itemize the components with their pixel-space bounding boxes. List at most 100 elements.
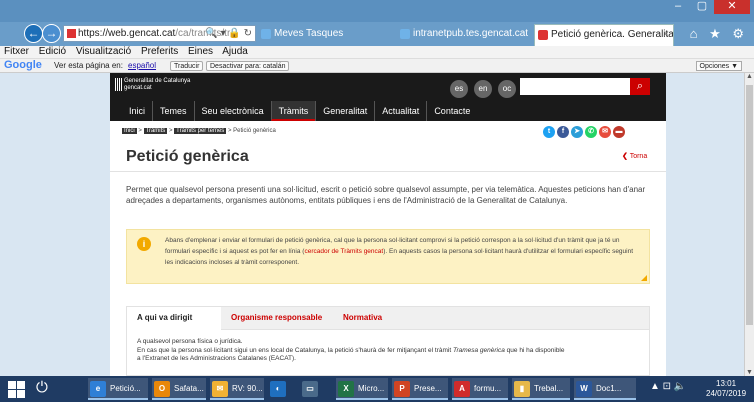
lang-es-button[interactable]: es [450, 80, 468, 98]
taskbar-item-label: Doc1... [596, 384, 622, 393]
address-bar-icons[interactable]: 🔍 ▾ 🔒 ↻ [205, 26, 252, 41]
nav-temes[interactable]: Temes [152, 101, 194, 121]
start-button[interactable] [8, 381, 25, 398]
breadcrumb-current: Petició genèrica [233, 128, 276, 134]
taskbar-item-label: Petició... [110, 384, 141, 393]
taskbar-item-folder[interactable]: ▮ Trebal... [512, 378, 570, 400]
back-link[interactable]: ❮ Torna [622, 152, 647, 160]
translate-button[interactable]: Traducir [170, 61, 204, 71]
nav-tramits[interactable]: Tràmits [270, 101, 316, 121]
tab-peticio-generica[interactable]: Petició genèrica. Generalitat d... × [534, 24, 674, 46]
nav-generalitat[interactable]: Generalitat [315, 101, 374, 121]
clock-time: 13:01 [716, 379, 737, 388]
scroll-up-icon[interactable]: ▲ [745, 73, 754, 80]
clock[interactable]: 13:01 24/07/2019 [706, 379, 746, 399]
taskbar-item-excel[interactable]: X Micro... [336, 378, 388, 400]
generalitat-logo[interactable]: Generalitat de Catalunya gencat.cat [115, 78, 191, 92]
tab-intranetpub[interactable]: intranetpub.tes.gencat.cat [397, 24, 533, 46]
lync-icon: ◐ [270, 381, 286, 397]
tab-organisme-responsable[interactable]: Organisme responsable [221, 307, 332, 330]
email-icon[interactable]: ✉ [599, 126, 611, 138]
menu-ajuda[interactable]: Ajuda [222, 46, 248, 57]
menu-preferits[interactable]: Preferits [141, 46, 178, 57]
content-tabs-panel: A qui va dirigit Organisme responsable N… [126, 306, 650, 376]
twitter-icon[interactable]: t [543, 126, 555, 138]
menu-bar: Fitxer Edició Visualització Preferits Ei… [0, 46, 754, 59]
taskbar-item-outlook[interactable]: O Safata... [152, 378, 206, 400]
menu-eines[interactable]: Eines [188, 46, 213, 57]
share-icon[interactable]: ▬ [613, 126, 625, 138]
page-viewport: Generalitat de Catalunya gencat.cat es e… [0, 73, 744, 376]
window-titlebar: – ▢ ✕ [0, 0, 754, 22]
tab-label: Petició genèrica. Generalitat d... [551, 29, 674, 40]
taskbar-item-lync[interactable]: ◐ [268, 378, 296, 400]
translate-options-button[interactable]: Opciones ▼ [695, 61, 742, 71]
tramits-search-link[interactable]: cercador de Tràmits gencat [304, 248, 383, 255]
tab-line-2-text: que hi ha disponible [504, 346, 565, 354]
forward-button[interactable]: → [42, 24, 61, 43]
system-tray-icons[interactable]: ▲ ⊡ 🔈 [650, 381, 686, 392]
tramesa-generica-link[interactable]: Tramesa genèrica [453, 347, 505, 354]
site-search-input[interactable] [520, 78, 630, 95]
facebook-icon[interactable]: f [557, 126, 569, 138]
taskbar-item-ie[interactable]: e Petició... [88, 378, 148, 400]
nav-contacte[interactable]: Contacte [426, 101, 477, 121]
scroll-down-icon[interactable]: ▼ [745, 369, 754, 376]
breadcrumb-separator: > [227, 128, 232, 134]
clock-date: 24/07/2019 [706, 389, 747, 398]
menu-edicio[interactable]: Edició [39, 46, 66, 57]
whatsapp-icon[interactable]: ✆ [585, 126, 597, 138]
breadcrumb-inici[interactable]: Inici [122, 128, 137, 134]
logo-line1: Generalitat de Catalunya [124, 78, 191, 84]
disable-translate-button[interactable]: Desactivar para: catalán [206, 61, 290, 71]
taskbar-item-label: Safata... [174, 384, 204, 393]
breadcrumb-separator: > [138, 128, 142, 134]
back-link-label: Torna [629, 153, 648, 160]
minimize-button[interactable]: – [666, 0, 690, 14]
tab-a-qui-va-dirigit[interactable]: A qui va dirigit [127, 307, 221, 330]
vertical-scrollbar[interactable]: ▲ ▼ [744, 73, 754, 376]
main-content: Inici > Tràmits > Tràmits per temes > Pe… [110, 121, 666, 376]
nav-seu-electronica[interactable]: Seu electrònica [193, 101, 271, 121]
breadcrumb: Inici > Tràmits > Tràmits per temes > Pe… [122, 127, 276, 136]
title-divider [110, 171, 666, 172]
tab-line-2: En cas que la persona sol·licitant sigui… [137, 347, 642, 356]
search-button[interactable]: ⌕ [630, 78, 650, 95]
menu-visualitzacio[interactable]: Visualització [76, 46, 131, 57]
home-favorites-settings-icons[interactable]: ⌂ ★ ⚙ [690, 26, 748, 42]
tab-meves-tasques[interactable]: Meves Tasques [258, 24, 396, 46]
windows-logo-icon [8, 381, 16, 389]
site-favicon-icon [67, 29, 76, 38]
menu-fitxer[interactable]: Fitxer [4, 46, 29, 57]
taskbar-item-word[interactable]: W Doc1... [574, 378, 636, 400]
windows-logo-icon [17, 390, 25, 398]
breadcrumb-tramits[interactable]: Tràmits [143, 128, 168, 134]
lang-oc-button[interactable]: oc [498, 80, 516, 98]
maximize-button[interactable]: ▢ [690, 0, 714, 14]
lang-en-button[interactable]: en [474, 80, 492, 98]
back-button[interactable]: ← [24, 24, 43, 43]
taskbar-item-desktop[interactable]: ▭ [300, 378, 330, 400]
close-window-button[interactable]: ✕ [714, 0, 750, 14]
nav-actualitat[interactable]: Actualitat [374, 101, 426, 121]
breadcrumb-tramits-per-temes[interactable]: Tràmits per temes [174, 128, 227, 134]
alert-corner-icon [641, 275, 647, 281]
address-bar[interactable]: https://web.gencat.cat/ca/tramits/tr 🔍 ▾… [63, 25, 256, 42]
telegram-icon[interactable]: ➤ [571, 126, 583, 138]
word-icon: W [576, 381, 592, 397]
chevron-left-icon: ❮ [622, 153, 628, 160]
generalitat-bars-icon [115, 78, 122, 91]
taskbar-item-mail[interactable]: ✉ RV: 90... [210, 378, 264, 400]
info-icon: i [137, 237, 151, 251]
taskbar-item-pdf[interactable]: Aformu... [452, 378, 508, 400]
alert-text: Abans d'emplenar i enviar el formulari d… [165, 235, 640, 268]
power-icon[interactable]: ⏻ [36, 379, 48, 396]
site-header: Generalitat de Catalunya gencat.cat es e… [110, 73, 666, 121]
taskbar-item-powerpoint[interactable]: P Prese... [392, 378, 448, 400]
scrollbar-thumb[interactable] [746, 85, 753, 325]
translate-language-select[interactable]: español [128, 59, 156, 72]
tab-line-1: A qualsevol persona física o jurídica. [137, 338, 243, 345]
nav-inici[interactable]: Inici [122, 101, 152, 121]
tab-normativa[interactable]: Normativa [333, 307, 392, 330]
close-tab-icon[interactable]: × [663, 25, 669, 45]
